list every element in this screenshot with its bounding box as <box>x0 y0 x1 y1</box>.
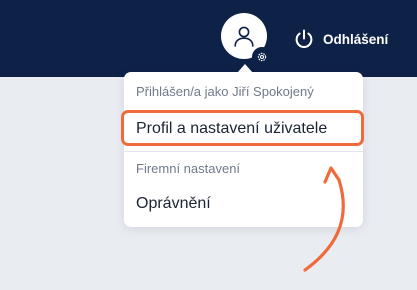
curved-arrow-icon <box>303 166 345 272</box>
top-bar: Odhlášení <box>0 0 417 77</box>
user-avatar-button[interactable] <box>221 13 272 67</box>
power-icon <box>295 29 313 48</box>
user-icon <box>234 26 254 47</box>
company-settings-heading: Firemní nastavení <box>136 161 241 176</box>
profile-settings-menu-item[interactable]: Profil a nastavení uživatele <box>136 120 327 138</box>
permissions-menu-item[interactable]: Oprávnění <box>136 195 211 213</box>
signed-in-as-label: Přihlášen/a jako Jiří Spokojený <box>136 84 314 99</box>
logout-label: Odhlášení <box>323 31 389 47</box>
menu-divider <box>124 151 363 152</box>
settings-badge[interactable] <box>252 47 272 67</box>
logout-button[interactable]: Odhlášení <box>293 27 388 51</box>
gear-icon <box>257 52 267 62</box>
